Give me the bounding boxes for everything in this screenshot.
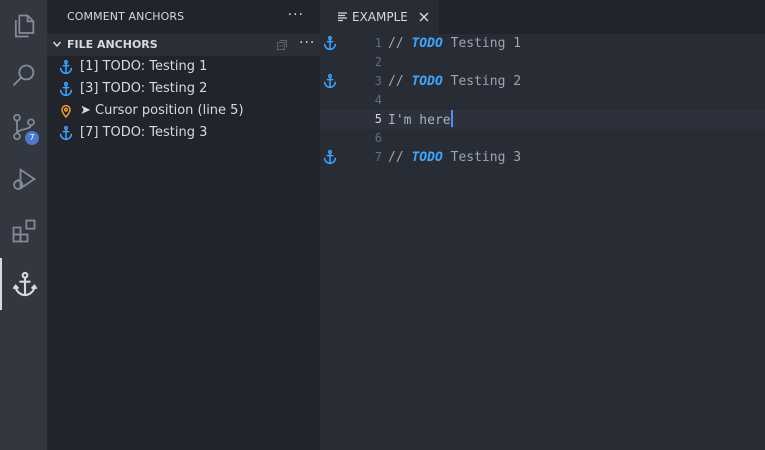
cursor-position-item[interactable]: ➤ Cursor position (line 5)	[47, 100, 320, 122]
todo-tag: TODO	[411, 74, 443, 89]
editor[interactable]: 1 // TODO Testing 1 2 3 // TODO Testing …	[320, 34, 765, 450]
todo-tag: TODO	[411, 150, 443, 165]
comment-text: Testing 2	[442, 74, 522, 89]
run-debug-button[interactable]	[0, 153, 47, 205]
close-icon[interactable]	[418, 11, 430, 23]
sidebar: COMMENT ANCHORS ··· FILE ANCHORS ··· [1]…	[47, 0, 320, 450]
chevron-down-icon	[52, 41, 62, 48]
anchor-icon	[59, 59, 73, 75]
comment-text: Testing 3	[442, 150, 522, 165]
anchor-icon	[323, 35, 337, 51]
line-number: 6	[374, 131, 382, 145]
files-icon	[14, 14, 34, 38]
tab-example[interactable]: EXAMPLE	[320, 0, 439, 34]
code-line[interactable]: 4	[320, 91, 765, 110]
extensions-button[interactable]	[0, 205, 47, 257]
code-text: // TODO Testing 2	[388, 72, 521, 91]
line-number: 2	[374, 55, 382, 69]
anchor-icon	[323, 149, 337, 165]
code-line[interactable]: 1 // TODO Testing 1	[320, 34, 765, 53]
line-number: 3	[374, 74, 382, 88]
comment-prefix: //	[388, 150, 412, 165]
anchor-item-7[interactable]: [7] TODO: Testing 3	[47, 122, 320, 144]
comment-anchors-button[interactable]	[0, 258, 47, 310]
anchor-icon	[12, 271, 37, 297]
todo-tag: TODO	[411, 36, 443, 51]
section-title: FILE ANCHORS	[67, 38, 158, 51]
section-more-button[interactable]: ···	[299, 34, 315, 52]
location-pin-icon	[61, 104, 71, 119]
sidebar-title: COMMENT ANCHORS	[67, 10, 185, 23]
anchor-icon	[59, 81, 73, 97]
code-text: I'm here	[388, 110, 453, 130]
text-file-icon	[338, 12, 347, 22]
comment-text: Testing 1	[442, 36, 522, 51]
anchor-item-1[interactable]: [1] TODO: Testing 1	[47, 56, 320, 78]
tab-bar: EXAMPLE	[320, 0, 765, 34]
search-button[interactable]	[0, 50, 47, 102]
code-line[interactable]: 6	[320, 129, 765, 148]
explorer-button[interactable]	[0, 0, 47, 52]
anchor-item-label: [7] TODO: Testing 3	[80, 125, 208, 140]
anchor-item-label: [1] TODO: Testing 1	[80, 59, 208, 74]
anchor-item-3[interactable]: [3] TODO: Testing 2	[47, 78, 320, 100]
comment-prefix: //	[388, 36, 412, 51]
code-text: // TODO Testing 1	[388, 34, 521, 53]
cursor-position-label: ➤ Cursor position (line 5)	[80, 103, 244, 118]
code-text: // TODO Testing 3	[388, 148, 521, 167]
tab-label: EXAMPLE	[352, 10, 408, 24]
line-number: 5	[374, 112, 382, 126]
extensions-icon	[12, 219, 35, 243]
source-control-button[interactable]: 7	[0, 101, 47, 153]
code-line[interactable]: 7 // TODO Testing 3	[320, 148, 765, 167]
source-control-badge: 7	[25, 131, 39, 145]
anchor-item-label: [3] TODO: Testing 2	[80, 81, 208, 96]
file-anchors-section-header[interactable]: FILE ANCHORS ···	[47, 34, 320, 56]
search-icon	[12, 64, 34, 86]
line-number: 4	[374, 93, 382, 107]
line-number: 7	[374, 150, 382, 164]
sidebar-more-button[interactable]: ···	[288, 0, 304, 34]
anchor-icon	[323, 73, 337, 89]
code-line[interactable]: 2	[320, 53, 765, 72]
comment-prefix: //	[388, 74, 412, 89]
code-line[interactable]: 3 // TODO Testing 2	[320, 72, 765, 91]
activity-bar: 7	[0, 0, 47, 450]
code-line-current[interactable]: 5 I'm here	[320, 110, 765, 129]
plain-text: I'm here	[388, 113, 451, 128]
collapse-all-icon[interactable]	[276, 39, 288, 51]
line-number: 1	[374, 36, 382, 50]
run-debug-icon	[12, 168, 36, 190]
anchor-icon	[59, 125, 73, 141]
text-cursor	[450, 110, 453, 127]
